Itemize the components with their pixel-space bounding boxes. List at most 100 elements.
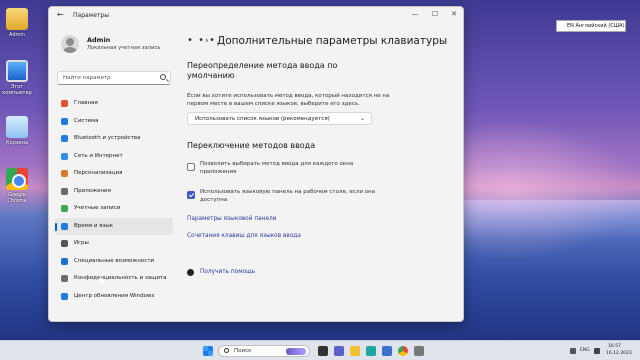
- sidebar-item-label: Конфиденциальность и защита: [74, 275, 167, 281]
- account-type: Локальная учетная запись: [87, 45, 161, 51]
- dropdown-value: Использовать список языков (рекомендуетс…: [195, 116, 330, 122]
- sidebar-item-personalization[interactable]: Персонализация: [55, 165, 173, 183]
- chrome-taskbar-icon[interactable]: [398, 346, 408, 356]
- wallpaper-clouds: [440, 200, 640, 240]
- search-input[interactable]: Найти параметр: [57, 71, 171, 85]
- clock-date[interactable]: 16.12.2023: [606, 351, 632, 356]
- chat-icon[interactable]: [334, 346, 344, 356]
- avatar[interactable]: [61, 35, 79, 53]
- sidebar-item-update[interactable]: Центр обновления Windows: [55, 288, 173, 306]
- main-content: • • • › Дополнительные параметры клавиат…: [179, 23, 463, 321]
- sidebar-item-gaming[interactable]: Игры: [55, 235, 173, 253]
- desktop-icon-label: Admin: [9, 32, 25, 38]
- sidebar-item-system[interactable]: Система: [55, 113, 173, 131]
- home-icon: [61, 100, 68, 107]
- clock-time[interactable]: 16:57: [608, 344, 621, 349]
- section-heading-line: Переопределение метода ввода по: [187, 61, 338, 70]
- language-bar-option-label: Использовать языковую панель на рабочем …: [200, 189, 380, 204]
- title-bar[interactable]: ← Параметры — ☐ ✕: [49, 7, 463, 23]
- override-description: Если вы хотите использовать метод ввода,…: [187, 93, 389, 108]
- privacy-icon: [61, 275, 68, 282]
- edge-icon[interactable]: [366, 346, 376, 356]
- more-options-button[interactable]: • • •: [187, 35, 216, 46]
- gaming-icon: [61, 240, 68, 247]
- settings-window: ← Параметры — ☐ ✕ Admin Локальная учетна…: [48, 6, 464, 322]
- checkbox-label-line: приложения: [200, 168, 237, 175]
- desktop-icon-recycle-bin[interactable]: Корзина: [2, 116, 32, 146]
- chevron-up-icon[interactable]: [570, 348, 576, 354]
- sidebar-item-label: Bluetooth и устройства: [74, 135, 141, 141]
- sidebar-item-apps[interactable]: Приложения: [55, 183, 173, 201]
- chrome-icon: [6, 168, 28, 190]
- sidebar-item-label: Время и язык: [74, 222, 114, 229]
- folder-icon: [6, 8, 28, 30]
- language-bar[interactable]: EN Английский (США): [556, 20, 626, 32]
- per-app-input-label: Позволить выбирать метод ввода для каждо…: [200, 161, 380, 176]
- description-line: Если вы хотите использовать метод ввода,…: [187, 93, 390, 99]
- sidebar-item-label: Приложения: [74, 187, 111, 194]
- get-help-link[interactable]: Получить помощь: [200, 269, 255, 275]
- search-placeholder: Найти параметр: [63, 75, 111, 81]
- sidebar-item-label: Главная: [74, 100, 98, 106]
- chevron-down-icon: ⌄: [359, 115, 365, 122]
- desktop-icon-label: Корзина: [5, 140, 29, 146]
- system-icon: [61, 117, 68, 125]
- sidebar-item-label: Персонализация: [74, 170, 123, 176]
- settings-taskbar-icon[interactable]: [414, 346, 424, 356]
- breadcrumb-chevron-icon: ›: [205, 36, 209, 46]
- help-icon: [187, 269, 194, 276]
- user-name: Admin: [87, 36, 111, 44]
- sidebar-item-time-language[interactable]: Время и язык: [55, 217, 173, 235]
- input-hotkeys-link[interactable]: Сочетания клавиш для языков ввода: [187, 233, 301, 239]
- desktop-icon-this-pc[interactable]: Этот компьютер: [2, 60, 32, 96]
- language-bar-options-link[interactable]: Параметры языковой панели: [187, 216, 277, 222]
- tray-language[interactable]: ENG: [580, 348, 590, 353]
- search-icon: [224, 348, 229, 353]
- store-icon[interactable]: [382, 346, 392, 356]
- search-highlight-icon: [286, 348, 306, 355]
- section-heading-line: умолчанию: [187, 71, 235, 80]
- maximize-button[interactable]: ☐: [429, 10, 441, 18]
- desktop-icon-admin[interactable]: Admin: [2, 8, 32, 38]
- recycle-bin-icon: [6, 116, 28, 138]
- language-bar-checkbox[interactable]: [187, 191, 195, 199]
- sidebar-item-label: Сеть и Интернет: [74, 152, 123, 159]
- sidebar-item-privacy[interactable]: Конфиденциальность и защита: [55, 270, 173, 288]
- file-explorer-icon[interactable]: [350, 346, 360, 356]
- network-icon[interactable]: [594, 348, 600, 354]
- close-button[interactable]: ✕: [448, 10, 460, 18]
- start-button[interactable]: [203, 346, 213, 356]
- sidebar-item-accounts[interactable]: Учетные записи: [55, 200, 173, 218]
- sidebar-item-label: Учетные записи: [74, 205, 121, 211]
- desktop-icon-label: Этот компьютер: [2, 84, 32, 96]
- time-language-icon: [61, 222, 68, 230]
- input-method-dropdown[interactable]: Использовать список языков (рекомендуетс…: [187, 112, 372, 125]
- sidebar-item-bluetooth[interactable]: Bluetooth и устройства: [55, 130, 173, 148]
- network-icon: [61, 152, 68, 160]
- taskbar-search[interactable]: Поиск: [218, 345, 310, 357]
- section-heading-switching: Переключение методов ввода: [187, 141, 316, 150]
- accounts-icon: [61, 205, 68, 212]
- language-bar-label: EN Английский (США): [567, 23, 625, 29]
- accessibility-icon: [61, 257, 68, 265]
- sidebar-item-accessibility[interactable]: Специальные возможности: [55, 253, 173, 271]
- sidebar: Admin Локальная учетная запись Найти пар…: [49, 23, 179, 321]
- task-view-icon[interactable]: [318, 346, 328, 356]
- taskbar-search-label: Поиск: [234, 348, 252, 354]
- sidebar-item-label: Игры: [74, 240, 89, 246]
- personalization-icon: [61, 170, 68, 177]
- back-arrow-icon[interactable]: ←: [57, 10, 64, 19]
- minimize-button[interactable]: —: [409, 10, 421, 18]
- sidebar-item-home[interactable]: Главная: [55, 95, 173, 113]
- checkbox-label-line: доступна: [200, 196, 228, 203]
- search-icon: [160, 74, 166, 80]
- sidebar-item-label: Центр обновления Windows: [74, 292, 155, 299]
- desktop-icon-chrome[interactable]: Google Chrome: [2, 168, 32, 204]
- checkbox-label-line: Использовать языковую панель на рабочем …: [200, 189, 375, 195]
- sidebar-item-network[interactable]: Сеть и Интернет: [55, 148, 173, 166]
- taskbar: Поиск ENG 16:57 16.12.2023: [0, 340, 640, 360]
- per-app-input-checkbox[interactable]: [187, 163, 195, 171]
- sidebar-nav: Главная Система Bluetooth и устройства Сеть…: [55, 95, 173, 305]
- page-title: Дополнительные параметры клавиатуры: [217, 35, 448, 47]
- section-heading-override: Переопределение метода ввода по умолчани…: [187, 61, 337, 81]
